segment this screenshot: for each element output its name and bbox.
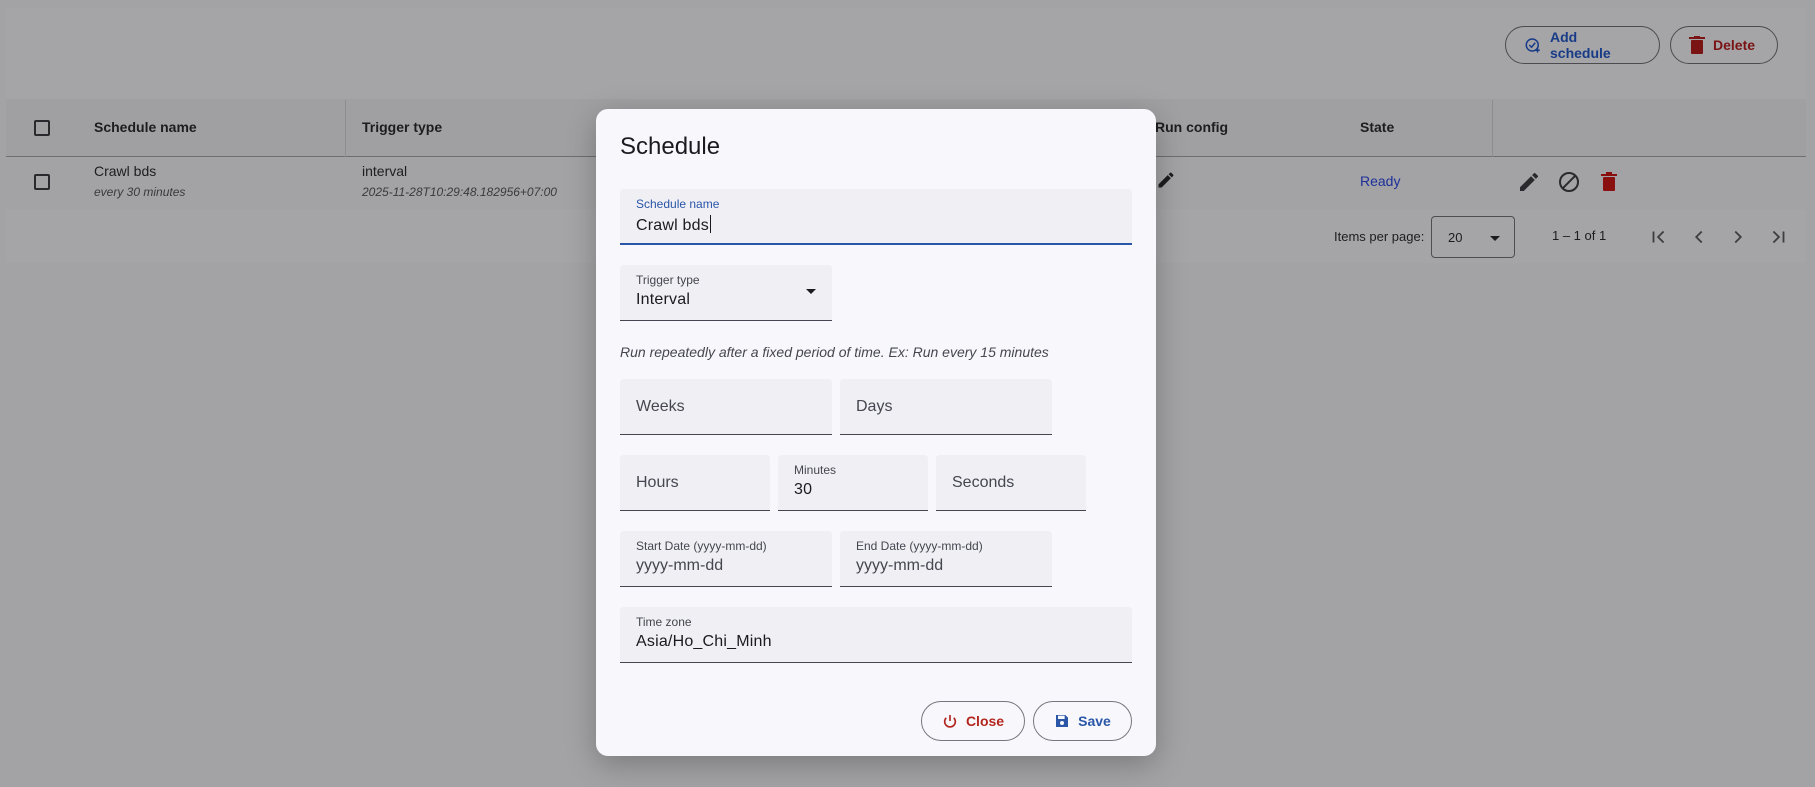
schedule-description-cell: every 30 minutes — [94, 185, 186, 199]
trigger-type-select[interactable]: Trigger type Interval — [620, 265, 832, 321]
trigger-detail-cell: 2025-11-28T10:29:48.182956+07:00 — [362, 185, 557, 199]
schedule-dialog: Schedule Schedule name Crawl bds Trigger… — [596, 109, 1156, 756]
run-config-edit-icon[interactable] — [1156, 170, 1176, 190]
end-date-label: End Date (yyyy-mm-dd) — [856, 539, 983, 553]
save-button[interactable]: Save — [1033, 701, 1132, 741]
items-per-page-value: 20 — [1448, 230, 1463, 245]
items-per-page-label: Items per page: — [1334, 229, 1425, 244]
row-checkbox[interactable] — [34, 174, 50, 190]
status-badge: Ready — [1360, 173, 1401, 189]
days-field[interactable]: Days — [840, 379, 1052, 435]
schedule-name-input[interactable]: Crawl bds — [636, 215, 711, 235]
add-schedule-button[interactable]: Add schedule — [1505, 26, 1660, 64]
chevron-down-icon — [1490, 236, 1500, 241]
seconds-field[interactable]: Seconds — [936, 455, 1086, 511]
column-header-trigger-type[interactable]: Trigger type — [362, 119, 442, 135]
close-label: Close — [965, 713, 1005, 729]
end-date-placeholder: yyyy-mm-dd — [856, 557, 944, 574]
schedule-name-field[interactable]: Schedule name Crawl bds — [620, 189, 1132, 245]
schedule-name-cell: Crawl bds — [94, 163, 157, 179]
close-button[interactable]: Close — [921, 701, 1025, 741]
edit-icon[interactable] — [1517, 170, 1541, 194]
calendar-add-icon — [1524, 36, 1542, 54]
add-schedule-label: Add schedule — [1550, 29, 1611, 61]
trash-icon — [1689, 36, 1705, 54]
minutes-label: Minutes — [794, 463, 837, 477]
save-icon — [1054, 713, 1070, 729]
schedule-name-label: Schedule name — [636, 197, 720, 211]
end-date-field[interactable]: End Date (yyyy-mm-dd) yyyy-mm-dd — [840, 531, 1052, 587]
delete-row-icon[interactable] — [1597, 170, 1621, 194]
trigger-help-text: Run repeatedly after a fixed period of t… — [620, 344, 1049, 360]
weeks-placeholder: Weeks — [636, 398, 685, 415]
pagination-range: 1 – 1 of 1 — [1552, 228, 1607, 243]
weeks-field[interactable]: Weeks — [620, 379, 832, 435]
previous-page-icon[interactable] — [1688, 226, 1710, 248]
items-per-page-select[interactable]: 20 — [1431, 216, 1515, 258]
column-header-run-config[interactable]: Run config — [1155, 119, 1228, 135]
trigger-type-cell: interval — [362, 163, 408, 179]
disable-icon[interactable] — [1557, 170, 1581, 194]
start-date-field[interactable]: Start Date (yyyy-mm-dd) yyyy-mm-dd — [620, 531, 832, 587]
hours-field[interactable]: Hours — [620, 455, 770, 511]
trigger-type-value: Interval — [636, 291, 691, 308]
power-icon — [942, 713, 958, 729]
save-label: Save — [1078, 713, 1111, 729]
start-date-label: Start Date (yyyy-mm-dd) — [636, 539, 767, 553]
delete-button[interactable]: Delete — [1670, 26, 1778, 64]
start-date-placeholder: yyyy-mm-dd — [636, 557, 724, 574]
select-all-checkbox[interactable] — [34, 120, 50, 136]
minutes-field[interactable]: Minutes 30 — [778, 455, 928, 511]
trigger-type-label: Trigger type — [636, 273, 700, 287]
first-page-icon[interactable] — [1648, 226, 1670, 248]
column-header-schedule-name[interactable]: Schedule name — [94, 119, 197, 135]
dialog-title: Schedule — [620, 133, 721, 160]
time-zone-field[interactable]: Time zone Asia/Ho_Chi_Minh — [620, 607, 1132, 663]
days-placeholder: Days — [856, 398, 893, 415]
time-zone-label: Time zone — [636, 615, 692, 629]
last-page-icon[interactable] — [1767, 226, 1789, 248]
delete-label: Delete — [1713, 37, 1756, 53]
minutes-value: 30 — [794, 481, 813, 498]
time-zone-value: Asia/Ho_Chi_Minh — [636, 633, 772, 650]
dropdown-arrow-icon — [806, 289, 816, 294]
hours-placeholder: Hours — [636, 474, 679, 491]
text-caret — [709, 215, 711, 233]
seconds-placeholder: Seconds — [952, 474, 1015, 491]
next-page-icon[interactable] — [1727, 226, 1749, 248]
column-header-state[interactable]: State — [1360, 119, 1394, 135]
